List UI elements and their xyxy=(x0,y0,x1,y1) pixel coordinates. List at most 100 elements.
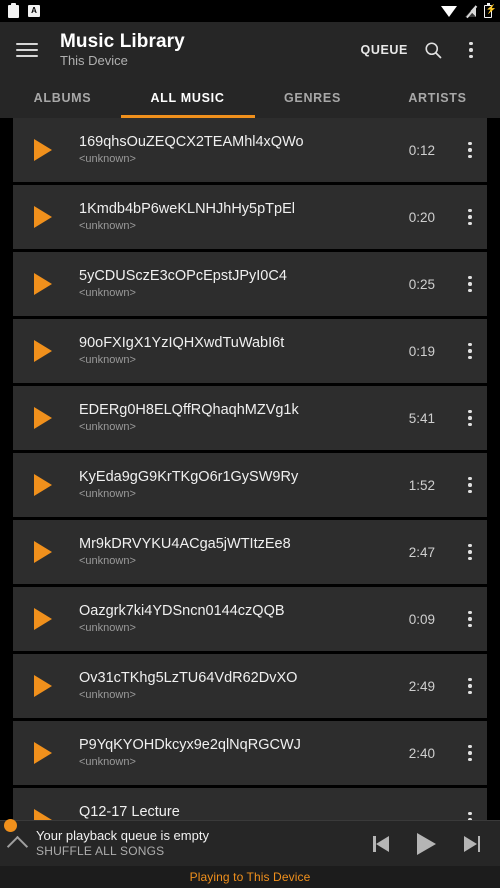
tab-genres[interactable]: GENRES xyxy=(250,78,375,118)
overflow-menu-icon[interactable] xyxy=(453,587,487,651)
track-list[interactable]: 169qhsOuZEQCX2TEAMhl4xQWo <unknown> 0:12 1K… xyxy=(0,118,500,820)
track-row[interactable]: Ov31cTKhg5LzTU64VdR62DvXO <unknown> 2:49 xyxy=(13,654,487,718)
status-bar-right-icons xyxy=(441,2,497,18)
tab-artists[interactable]: ARTISTS xyxy=(375,78,500,118)
track-text: EDERg0H8ELQffRQhaqhMZVg1k <unknown> xyxy=(79,401,409,435)
track-title: 5yCDUSczE3cOPcEpstJPyI0C4 xyxy=(79,268,287,284)
track-row[interactable]: Mr9kDRVYKU4ACga5jWTItzEe8 <unknown> 2:47 xyxy=(13,520,487,584)
track-artist: <unknown> xyxy=(79,287,136,299)
status-bar-left-icons: A xyxy=(8,2,40,18)
track-artist: <unknown> xyxy=(79,689,136,701)
page-title: Music Library xyxy=(60,31,185,52)
track-artist: <unknown> xyxy=(79,153,136,165)
track-title: EDERg0H8ELQffRQhaqhMZVg1k xyxy=(79,402,299,418)
battery-charging-icon xyxy=(484,2,497,18)
mini-player-text: Your playback queue is empty SHUFFLE ALL… xyxy=(36,828,373,859)
track-title: Mr9kDRVYKU4ACga5jWTItzEe8 xyxy=(79,536,291,552)
app-bar-titles: Music Library This Device xyxy=(60,31,355,69)
play-icon[interactable] xyxy=(34,139,52,161)
mini-player-bar[interactable]: Your playback queue is empty SHUFFLE ALL… xyxy=(0,820,500,866)
play-icon[interactable] xyxy=(34,340,52,362)
wifi-icon xyxy=(441,5,457,17)
queue-button[interactable]: QUEUE xyxy=(355,37,414,63)
overflow-menu-icon[interactable] xyxy=(453,386,487,450)
app-bar: Music Library This Device QUEUE xyxy=(0,22,500,78)
track-title: 1Kmdb4bP6weKLNHJhHy5pTpEl xyxy=(79,201,295,217)
track-artist: <unknown> xyxy=(79,354,136,366)
tab-bar: ALBUMS ALL MUSIC GENRES ARTISTS xyxy=(0,78,500,118)
track-text: 1Kmdb4bP6weKLNHJhHy5pTpEl <unknown> xyxy=(79,200,409,234)
track-duration: 0:09 xyxy=(408,611,435,627)
track-duration: 2:47 xyxy=(408,544,435,560)
play-icon[interactable] xyxy=(34,809,52,820)
track-row[interactable]: Oazgrk7ki4YDSncn0144czQQB <unknown> 0:09 xyxy=(13,587,487,651)
shuffle-all-songs-label: SHUFFLE ALL SONGS xyxy=(36,844,165,858)
track-title: Ov31cTKhg5LzTU64VdR62DvXO xyxy=(79,670,298,686)
transport-controls xyxy=(373,832,480,855)
play-icon[interactable] xyxy=(34,273,52,295)
track-text: 90oFXIgX1YzIQHXwdTuWabI6t <unknown> xyxy=(79,334,409,368)
track-row[interactable]: 169qhsOuZEQCX2TEAMhl4xQWo <unknown> 0:12 xyxy=(13,118,487,182)
overflow-menu-icon[interactable] xyxy=(453,453,487,517)
overflow-menu-icon[interactable] xyxy=(453,788,487,820)
track-duration: 2:40 xyxy=(408,745,435,761)
overflow-menu-icon[interactable] xyxy=(453,721,487,785)
play-icon[interactable] xyxy=(34,608,52,630)
track-duration: 0:20 xyxy=(408,209,435,225)
track-artist: <unknown> xyxy=(79,488,136,500)
play-icon[interactable] xyxy=(34,541,52,563)
track-row[interactable]: 1Kmdb4bP6weKLNHJhHy5pTpEl <unknown> 0:20 xyxy=(13,185,487,249)
track-title: 169qhsOuZEQCX2TEAMhl4xQWo xyxy=(79,134,304,150)
track-duration: 0:25 xyxy=(408,276,435,292)
overflow-menu-icon[interactable] xyxy=(452,31,490,69)
track-row[interactable]: EDERg0H8ELQffRQhaqhMZVg1k <unknown> 5:41 xyxy=(13,386,487,450)
tab-albums[interactable]: ALBUMS xyxy=(0,78,125,118)
track-text: 169qhsOuZEQCX2TEAMhl4xQWo <unknown> xyxy=(79,133,409,167)
track-row[interactable]: Q12-17 Lecture<unknown> xyxy=(13,788,487,820)
track-text: Oazgrk7ki4YDSncn0144czQQB <unknown> xyxy=(79,602,409,636)
play-icon[interactable] xyxy=(34,474,52,496)
track-row[interactable]: 5yCDUSczE3cOPcEpstJPyI0C4 <unknown> 0:25 xyxy=(13,252,487,316)
track-text: 5yCDUSczE3cOPcEpstJPyI0C4 <unknown> xyxy=(79,267,409,301)
status-bar: A xyxy=(0,0,500,22)
track-artist: <unknown> xyxy=(79,220,136,232)
track-duration: 1:52 xyxy=(408,477,435,493)
overflow-menu-icon[interactable] xyxy=(453,319,487,383)
tab-all-music[interactable]: ALL MUSIC xyxy=(125,78,250,118)
skip-next-icon[interactable] xyxy=(460,835,480,853)
track-text: Ov31cTKhg5LzTU64VdR62DvXO <unknown> xyxy=(79,669,409,703)
play-icon[interactable] xyxy=(34,407,52,429)
track-text: KyEda9gG9KrTKgO6r1GySW9Ry <unknown> xyxy=(79,468,409,502)
track-row[interactable]: 90oFXIgX1YzIQHXwdTuWabI6t <unknown> 0:19 xyxy=(13,319,487,383)
track-title: 90oFXIgX1YzIQHXwdTuWabI6t xyxy=(79,335,285,351)
play-icon[interactable] xyxy=(34,742,52,764)
playing-to-label: Playing to This Device xyxy=(189,870,311,884)
track-row[interactable]: P9YqKYOHDkcyx9e2qlNqRGCWJ <unknown> 2:40 xyxy=(13,721,487,785)
track-title: Oazgrk7ki4YDSncn0144czQQB xyxy=(79,603,285,619)
track-row[interactable]: KyEda9gG9KrTKgO6r1GySW9Ry <unknown> 1:52 xyxy=(13,453,487,517)
overflow-menu-icon[interactable] xyxy=(453,118,487,182)
overflow-menu-icon[interactable] xyxy=(453,520,487,584)
overflow-menu-icon[interactable] xyxy=(453,654,487,718)
track-artist: <unknown> xyxy=(79,555,136,567)
fast-scroll-thumb[interactable] xyxy=(4,819,17,832)
hamburger-menu-icon[interactable] xyxy=(16,43,38,57)
overflow-menu-icon[interactable] xyxy=(453,252,487,316)
play-icon[interactable] xyxy=(417,832,436,855)
playing-to-footer[interactable]: Playing to This Device xyxy=(0,866,500,888)
track-text: Q12-17 Lecture<unknown> xyxy=(79,803,435,820)
track-artist: <unknown> xyxy=(79,756,136,768)
skip-previous-icon[interactable] xyxy=(373,835,393,853)
track-duration: 5:41 xyxy=(408,410,435,426)
track-artist: <unknown> xyxy=(79,421,136,433)
track-text: Mr9kDRVYKU4ACga5jWTItzEe8 <unknown> xyxy=(79,535,409,569)
play-icon[interactable] xyxy=(34,675,52,697)
track-duration: 0:19 xyxy=(408,343,435,359)
search-icon[interactable] xyxy=(414,31,452,69)
overflow-menu-icon[interactable] xyxy=(453,185,487,249)
play-icon[interactable] xyxy=(34,206,52,228)
track-text: P9YqKYOHDkcyx9e2qlNqRGCWJ <unknown> xyxy=(79,736,409,770)
track-title: Q12-17 Lecture xyxy=(79,804,180,820)
no-signal-icon xyxy=(465,5,476,17)
player-queue-status: Your playback queue is empty xyxy=(36,828,209,843)
